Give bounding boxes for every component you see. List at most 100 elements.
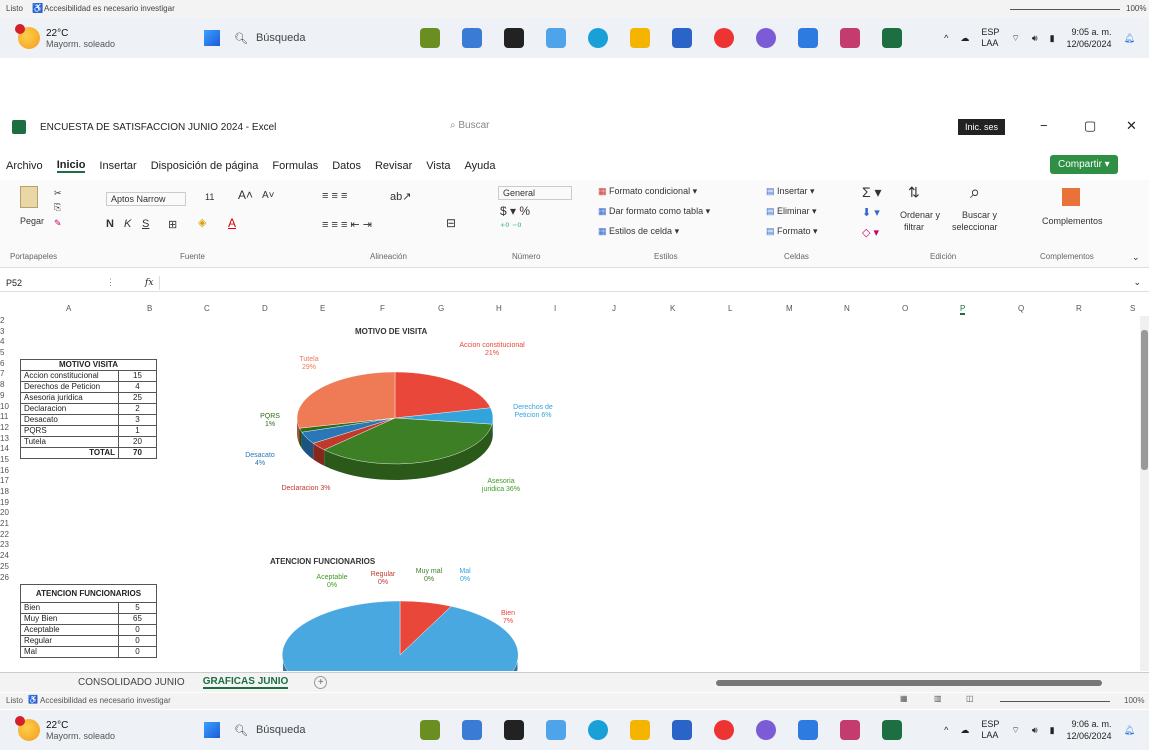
app-icon-3[interactable]: [504, 28, 524, 48]
row-3[interactable]: 3: [0, 327, 14, 338]
chart2-atencion-pie[interactable]: [270, 575, 530, 671]
motivo-label[interactable]: Tutela: [20, 436, 119, 448]
row-4[interactable]: 4: [0, 337, 14, 348]
find-select-label-1[interactable]: Buscar y: [962, 210, 997, 220]
orientation-icon[interactable]: ab↗: [390, 190, 411, 203]
app-icon-11[interactable]: [840, 28, 860, 48]
formula-cancel-icon[interactable]: ⋮: [106, 277, 115, 288]
currency-icon[interactable]: $ ▾ %: [500, 204, 530, 218]
expand-formula-icon[interactable]: ⌄: [1133, 277, 1141, 288]
chevron-up-icon[interactable]: ^: [944, 33, 948, 43]
row-10[interactable]: 10: [0, 402, 14, 413]
col-q[interactable]: Q: [1018, 304, 1024, 313]
row-26[interactable]: 26: [0, 573, 14, 584]
clock-bottom[interactable]: 9:06 a. m. 12/06/2024: [1067, 718, 1112, 742]
volume-icon[interactable]: 🔊︎: [1032, 33, 1038, 44]
chart2-label-mal[interactable]: Mal 0%: [455, 568, 475, 584]
fill-color-icon[interactable]: ◈: [198, 216, 206, 229]
tab-datos[interactable]: Datos: [332, 160, 361, 172]
chrome-icon[interactable]: [714, 28, 734, 48]
paste-label[interactable]: Pegar: [20, 216, 44, 226]
shrink-font-icon[interactable]: A˅: [262, 190, 275, 201]
zoom-slider-bottom[interactable]: [1000, 701, 1110, 702]
app-icon-3[interactable]: [504, 720, 524, 740]
chart2-label-bien[interactable]: Bien 7%: [496, 610, 520, 626]
motivo-label[interactable]: PQRS: [20, 425, 119, 437]
row-19[interactable]: 19: [0, 498, 14, 509]
tab-disposicion[interactable]: Disposición de página: [151, 160, 259, 172]
borders-icon[interactable]: ⊞: [168, 218, 177, 231]
chart1-label-desacato[interactable]: Desacato 4%: [243, 452, 277, 468]
atencion-label[interactable]: Mal: [20, 646, 119, 658]
sort-filter-label-2[interactable]: filtrar: [904, 222, 924, 232]
table-atencion-header[interactable]: ATENCION FUNCIONARIOS: [20, 584, 157, 603]
format-painter-icon[interactable]: ✎: [54, 218, 62, 229]
clock[interactable]: 9:05 a. m. 12/06/2024: [1067, 26, 1112, 50]
motivo-value[interactable]: 4: [118, 381, 157, 393]
font-size-select[interactable]: 11: [205, 192, 214, 202]
row-15[interactable]: 15: [0, 455, 14, 466]
addins-icon[interactable]: [1062, 188, 1080, 206]
app-icon-2[interactable]: [462, 28, 482, 48]
notification-bell-icon[interactable]: 🔔︎: [1124, 725, 1135, 736]
motivo-label[interactable]: Asesoria juridica: [20, 392, 119, 404]
tab-archivo[interactable]: Archivo: [6, 160, 43, 172]
row-16[interactable]: 16: [0, 466, 14, 477]
number-format-select[interactable]: General: [498, 186, 572, 200]
tab-inicio[interactable]: Inicio: [56, 159, 86, 173]
row-22[interactable]: 22: [0, 530, 14, 541]
chart1-label-accion[interactable]: Accion constitucional 21%: [452, 342, 532, 358]
page-break-icon[interactable]: ◫: [966, 694, 974, 703]
chart1-label-asesoria[interactable]: Asesoria juridica 36%: [476, 478, 526, 494]
copilot-icon[interactable]: [756, 28, 776, 48]
app-icon-4[interactable]: [546, 28, 566, 48]
row-12[interactable]: 12: [0, 423, 14, 434]
row-23[interactable]: 23: [0, 540, 14, 551]
normal-view-icon[interactable]: ▦: [900, 694, 908, 703]
app-icon-1[interactable]: [420, 720, 440, 740]
excel-taskbar-icon[interactable]: [882, 720, 902, 740]
col-m[interactable]: M: [786, 304, 793, 313]
row-25[interactable]: 25: [0, 562, 14, 573]
col-i[interactable]: I: [554, 304, 556, 313]
zoom-slider[interactable]: [1010, 9, 1120, 10]
app-icon-4[interactable]: [546, 720, 566, 740]
sort-filter-label-1[interactable]: Ordenar y: [900, 210, 940, 220]
row-5[interactable]: 5: [0, 348, 14, 359]
add-sheet-button[interactable]: +: [314, 676, 328, 689]
grow-font-icon[interactable]: A˄: [238, 188, 253, 202]
atencion-value[interactable]: 0: [118, 646, 157, 658]
tab-revisar[interactable]: Revisar: [375, 160, 412, 172]
weather-widget[interactable]: 22°C Mayorm. soleado: [0, 24, 200, 49]
font-name-select[interactable]: Aptos Narrow: [106, 192, 186, 206]
row-7[interactable]: 7: [0, 369, 14, 380]
atencion-label[interactable]: Regular: [20, 635, 119, 647]
file-explorer-icon[interactable]: [630, 720, 650, 740]
row-17[interactable]: 17: [0, 476, 14, 487]
col-g[interactable]: G: [438, 304, 444, 313]
share-button[interactable]: Compartir ▾: [1050, 155, 1118, 174]
accessibility-status-bottom[interactable]: Accesibilidad es necesario investigar: [40, 696, 171, 705]
italic-icon[interactable]: K: [124, 218, 131, 230]
col-c[interactable]: C: [204, 304, 210, 313]
atencion-value[interactable]: 0: [118, 624, 157, 636]
atencion-value[interactable]: 65: [118, 613, 157, 625]
mail-icon[interactable]: [798, 720, 818, 740]
fill-icon[interactable]: ⬇ ▾: [862, 206, 880, 219]
find-select-label-2[interactable]: seleccionar: [952, 222, 998, 232]
file-explorer-icon[interactable]: [630, 28, 650, 48]
motivo-value[interactable]: 15: [118, 370, 157, 382]
addins-label[interactable]: Complementos: [1042, 216, 1103, 226]
volume-icon[interactable]: 🔊︎: [1032, 725, 1038, 736]
conditional-format-button[interactable]: ▦ Formato condicional ▾: [598, 186, 697, 197]
motivo-label[interactable]: Derechos de Peticion: [20, 381, 119, 393]
tab-insertar[interactable]: Insertar: [99, 160, 136, 172]
taskbar-search[interactable]: 🔍︎ Búsqueda: [234, 32, 384, 45]
motivo-value[interactable]: 1: [118, 425, 157, 437]
row-20[interactable]: 20: [0, 508, 14, 519]
row-2[interactable]: 2: [0, 316, 14, 327]
format-as-table-button[interactable]: ▦ Dar formato como tabla ▾: [598, 206, 710, 217]
chart2-label-aceptable[interactable]: Aceptable 0%: [316, 574, 348, 590]
col-f[interactable]: F: [380, 304, 385, 313]
page-layout-icon[interactable]: ▥: [934, 694, 942, 703]
